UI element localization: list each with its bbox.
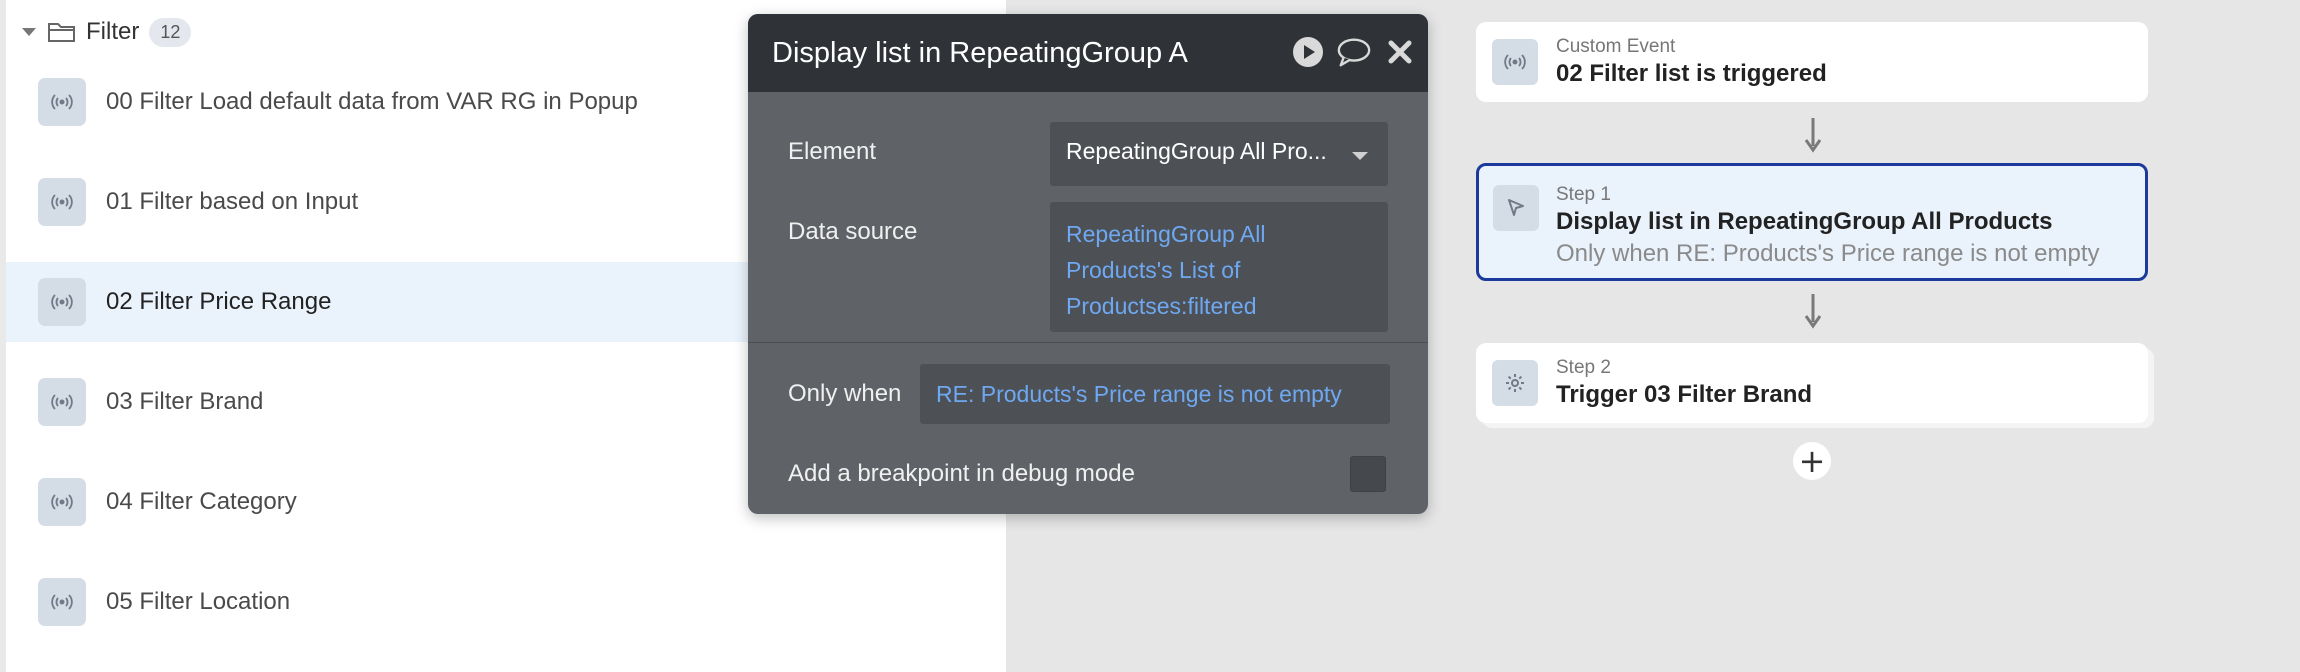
broadcast-icon (38, 178, 86, 226)
chevron-down-icon (1352, 152, 1368, 160)
data-source-field[interactable]: RepeatingGroup All Products's List of Pr… (1050, 202, 1388, 332)
element-dropdown[interactable]: RepeatingGroup All Pro... (1050, 122, 1388, 186)
count-badge: 12 (149, 17, 192, 47)
breakpoint-checkbox[interactable] (1350, 456, 1386, 492)
step-2-kicker: Step 2 (1556, 357, 1611, 378)
event-item[interactable]: 05 Filter Location (6, 562, 1006, 642)
folder-icon (48, 23, 75, 42)
trigger-title: 02 Filter list is triggered (1556, 60, 1827, 87)
event-label: 03 Filter Brand (106, 388, 264, 415)
event-label: 04 Filter Category (106, 488, 297, 515)
step-1-title: Display list in RepeatingGroup All Produ… (1556, 208, 2053, 235)
step-1-kicker: Step 1 (1556, 184, 1611, 205)
only-when-expression[interactable]: RE: Products's Price range is not empty (936, 376, 1376, 412)
plus-icon: + (1798, 442, 1826, 480)
broadcast-icon (38, 578, 86, 626)
step-1-card[interactable]: Step 1 Display list in RepeatingGroup Al… (1476, 163, 2148, 281)
play-icon[interactable] (1290, 34, 1326, 70)
gear-icon (1492, 360, 1538, 406)
folder-label: Filter (86, 18, 140, 45)
broadcast-icon (38, 478, 86, 526)
folder-filter[interactable]: Filter 12 (14, 14, 192, 50)
cursor-icon (1493, 185, 1539, 231)
event-label: 01 Filter based on Input (106, 188, 359, 215)
broadcast-icon (1492, 39, 1538, 85)
step-1-condition: Only when RE: Products's Price range is … (1556, 240, 2100, 267)
only-when-field[interactable]: RE: Products's Price range is not empty (920, 364, 1390, 424)
close-icon[interactable] (1382, 34, 1418, 70)
broadcast-icon (38, 278, 86, 326)
broadcast-icon (38, 378, 86, 426)
data-source-label: Data source (788, 218, 918, 245)
breakpoint-label: Add a breakpoint in debug mode (788, 460, 1135, 487)
add-step-button[interactable]: + (1793, 442, 1831, 480)
only-when-label: Only when (788, 380, 902, 407)
broadcast-icon (38, 78, 86, 126)
divider (748, 342, 1428, 343)
element-label: Element (788, 138, 877, 165)
arrow-down-icon (1804, 118, 1822, 153)
event-label: 00 Filter Load default data from VAR RG … (106, 88, 638, 115)
popup-header: Display list in RepeatingGroup A (748, 14, 1428, 92)
arrow-down-icon (1804, 294, 1822, 329)
popup-title: Display list in RepeatingGroup A (772, 36, 1188, 69)
data-source-expression[interactable]: RepeatingGroup All Products's List of Pr… (1066, 216, 1374, 324)
step-2-title: Trigger 03 Filter Brand (1556, 381, 1813, 408)
comment-icon[interactable] (1336, 34, 1372, 70)
trigger-kicker: Custom Event (1556, 36, 1676, 57)
event-label: 05 Filter Location (106, 588, 291, 615)
trigger-card[interactable]: Custom Event 02 Filter list is triggered (1476, 22, 2148, 102)
element-value: RepeatingGroup All Pro... (1066, 138, 1327, 164)
action-properties-popup: Display list in RepeatingGroup A Element… (748, 14, 1428, 514)
step-2-card[interactable]: Step 2 Trigger 03 Filter Brand (1476, 343, 2148, 423)
event-label: 02 Filter Price Range (106, 288, 332, 315)
caret-down-icon[interactable] (22, 28, 36, 36)
